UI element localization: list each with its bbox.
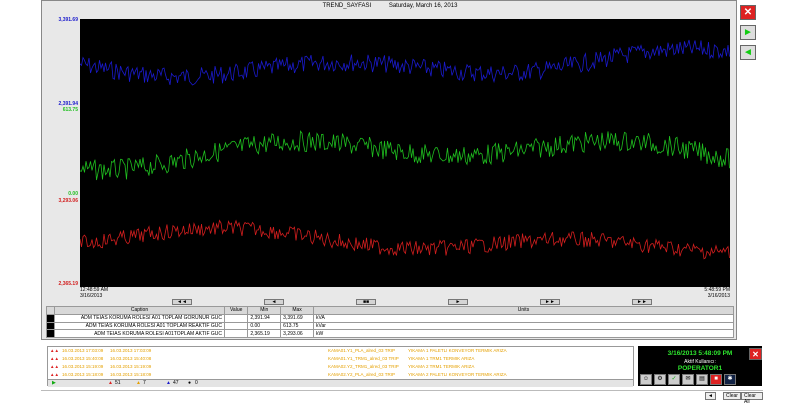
- series-table: Caption Value Min Max Units ADM TEIAS KO…: [46, 306, 734, 338]
- alarm-row[interactable]: ▲▲ 16.03.2013 15:18:09 16.03.2013 15:18:…: [48, 371, 633, 379]
- close-window-button[interactable]: ✕: [740, 5, 756, 20]
- operator-toolbar: ☺ ⚙ ✓ ✉ ▤ ■ ✱: [640, 374, 760, 385]
- series-swatch: [46, 313, 55, 323]
- row-min: 2,391.94: [247, 313, 282, 323]
- row-max: 3,391.69: [280, 313, 314, 323]
- row-value: [223, 329, 249, 338]
- trend-chart[interactable]: [79, 19, 730, 287]
- series-swatch: [46, 329, 55, 338]
- normal-alarm-icon: ▲: [166, 380, 171, 386]
- row-caption: ADM TEIAS KORUMA ROLESI A01TOPLAM AKTIF …: [54, 329, 225, 338]
- nav-fast-back-button[interactable]: ◄◄: [172, 299, 192, 305]
- window-title: TREND_SAYFASI: [322, 3, 372, 9]
- alarm-bell-icon: ▲▲: [50, 348, 59, 353]
- header-units: Units: [313, 306, 734, 315]
- alarm-bell-icon: ▲▲: [50, 356, 59, 361]
- row-min: 0.00: [247, 321, 282, 331]
- trend-window: TREND_SAYFASI Saturday, March 16, 2013 3…: [41, 0, 737, 340]
- alarm-status-bar: ▶ ▲ 51 ▲ 7 ▲ 47 ● 0: [48, 379, 633, 387]
- disabled-alarm-icon: ●: [188, 380, 192, 386]
- row-min: 2,365.19: [247, 329, 282, 338]
- alarm-bell-icon: ▲▲: [50, 364, 59, 369]
- clear-button[interactable]: Clear: [723, 392, 741, 400]
- operator-panel: 3/16/2013 5:48:09 PM Aktif Kullanıcı: PO…: [638, 346, 762, 386]
- active-alarm-icon: ▲: [108, 380, 113, 386]
- check-icon[interactable]: ✓: [668, 374, 680, 385]
- current-datetime: 3/16/2013 5:48:09 PM: [667, 350, 733, 357]
- disabled-alarm-count: 0: [195, 380, 198, 386]
- nav-back-button[interactable]: ◄: [264, 299, 284, 305]
- language-flag-icon[interactable]: ✱: [724, 374, 736, 385]
- scroll-left-icon[interactable]: ◄: [705, 392, 716, 400]
- normal-alarm-count: 47: [173, 380, 179, 386]
- alarm-icon[interactable]: ■: [710, 374, 722, 385]
- nav-forward-button[interactable]: ►: [448, 299, 468, 305]
- header-caption: Caption: [54, 306, 225, 315]
- row-caption: ADM TEIAS KORUMA ROLESI A01 TOPLAM GORUN…: [54, 313, 225, 323]
- trend-chart-svg: [79, 39, 730, 260]
- axis-label-series1-top: 3,391.69: [58, 17, 78, 23]
- row-caption: ADM TEIAS KORUMA ROLESI A01 TOPLAM REAKT…: [54, 321, 225, 331]
- nav-fast-forward-button[interactable]: ►►: [540, 299, 560, 305]
- next-page-button[interactable]: ►: [740, 25, 756, 40]
- axis-label-series3-top: 3,293.06: [58, 198, 78, 204]
- title-bar: TREND_SAYFASI Saturday, March 16, 2013: [42, 3, 738, 15]
- row-value: [223, 321, 249, 331]
- header-max: Max: [280, 306, 314, 315]
- prev-page-button[interactable]: ◄: [740, 45, 756, 60]
- user-icon[interactable]: ☺: [640, 374, 652, 385]
- alarm-list[interactable]: ▲▲ 16.03.2013 17:03:09 16.03.2013 17:03:…: [47, 346, 634, 387]
- end-time-label: 5:48:59 PM 3/16/2013: [704, 287, 730, 299]
- alarm-bell-icon: ▲▲: [50, 372, 59, 377]
- alarm-row[interactable]: ▲▲ 16.03.2013 15:40:08 16.03.2013 15:40:…: [48, 355, 633, 363]
- active-alarm-count: 51: [115, 380, 121, 386]
- axis-label-series3-bottom: 2,365.19: [58, 281, 78, 287]
- nav-end-button[interactable]: ►►: [632, 299, 652, 305]
- ack-alarm-count: 7: [143, 380, 146, 386]
- clear-all-button[interactable]: Clear All: [741, 392, 763, 405]
- series1-trace: [79, 39, 730, 86]
- alarm-row[interactable]: ▲▲ 16.03.2013 15:19:09 16.03.2013 15:19:…: [48, 363, 633, 371]
- mail-icon[interactable]: ✉: [682, 374, 694, 385]
- trend-application: TREND_SAYFASI Saturday, March 16, 2013 3…: [41, 0, 763, 405]
- header-min: Min: [247, 306, 282, 315]
- axis-label-series2-bottom: 0.00: [68, 191, 78, 197]
- series2-trace: [79, 130, 730, 181]
- table-header-row: Caption Value Min Max Units: [46, 306, 734, 315]
- row-units: kVA: [313, 313, 734, 323]
- row-max: 613.75: [280, 321, 314, 331]
- filter-icon[interactable]: ▶: [52, 380, 56, 387]
- active-user-name: POPERATOR1: [677, 365, 723, 372]
- row-units: kW: [313, 329, 734, 338]
- header-value: Value: [223, 306, 249, 315]
- print-icon[interactable]: ▤: [696, 374, 708, 385]
- bottom-toolbar: Clear Clear All ◄: [41, 390, 763, 405]
- row-units: kVar: [313, 321, 734, 331]
- operator-close-button[interactable]: ✕: [749, 348, 762, 360]
- series-swatch: [46, 321, 55, 331]
- alarm-row[interactable]: ▲▲ 16.03.2013 17:03:09 16.03.2013 17:03:…: [48, 347, 633, 355]
- ack-alarm-icon: ▲: [136, 380, 141, 386]
- time-navigation: ◄◄ ◄ ■■ ► ►► ►►: [80, 299, 730, 305]
- table-row[interactable]: ADM TEIAS KORUMA ROLESI A01 TOPLAM GORUN…: [46, 313, 734, 323]
- row-value: [223, 313, 249, 323]
- window-date: Saturday, March 16, 2013: [388, 3, 458, 9]
- settings-icon[interactable]: ⚙: [654, 374, 666, 385]
- nav-pause-button[interactable]: ■■: [356, 299, 376, 305]
- table-row[interactable]: ADM TEIAS KORUMA ROLESI A01 TOPLAM REAKT…: [46, 321, 734, 331]
- series3-trace: [79, 219, 730, 260]
- start-time-label: 12:48:59 AM 3/16/2013: [80, 287, 109, 299]
- table-row[interactable]: ADM TEIAS KORUMA ROLESI A01TOPLAM AKTIF …: [46, 329, 734, 338]
- row-max: 3,293.06: [280, 329, 314, 338]
- axis-label-series2-top: 613.75: [62, 107, 78, 113]
